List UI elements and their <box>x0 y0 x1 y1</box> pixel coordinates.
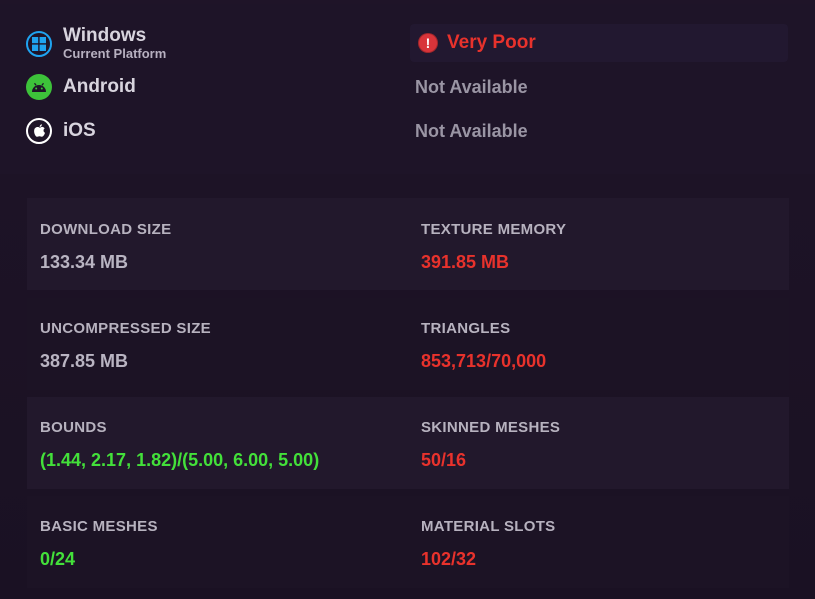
stat-label: SKINNED MESHES <box>421 419 561 436</box>
stat-label: TRIANGLES <box>421 320 511 337</box>
platform-name: Windows <box>63 25 147 46</box>
android-icon <box>26 74 52 100</box>
platform-subtitle: Current Platform <box>63 46 167 61</box>
platform-name: Android <box>63 76 136 97</box>
stat-label: BOUNDS <box>40 419 107 436</box>
stat-label: DOWNLOAD SIZE <box>40 221 172 238</box>
stat-label: BASIC MESHES <box>40 518 158 535</box>
stat-material-slots: MATERIAL SLOTS 102/32 <box>421 518 555 570</box>
stat-value: 0/24 <box>40 549 76 569</box>
stat-value: (1.44, 2.17, 1.82)/(5.00, 6.00, 5.00) <box>40 450 320 470</box>
stat-label: UNCOMPRESSED SIZE <box>40 320 211 337</box>
stat-bounds: BOUNDS (1.44, 2.17, 1.82)/(5.00, 6.00, 5… <box>40 419 319 471</box>
stat-download-size: DOWNLOAD SIZE 133.34 MB <box>40 221 171 273</box>
performance-stats-panel: Windows Current Platform Android iOS ! V… <box>0 0 815 599</box>
stat-value: 387.85 MB <box>40 351 129 371</box>
stat-label: TEXTURE MEMORY <box>421 221 567 238</box>
performance-rating-badge: ! Very Poor <box>410 24 788 62</box>
platform-row-ios[interactable]: iOS <box>26 118 96 144</box>
stat-value: 102/32 <box>421 549 477 569</box>
stat-texture-memory: TEXTURE MEMORY 391.85 MB <box>421 221 566 273</box>
apple-icon <box>26 118 52 144</box>
stat-value: 853,713/70,000 <box>421 351 547 371</box>
stat-value: 50/16 <box>421 450 467 470</box>
stat-skinned-meshes: SKINNED MESHES 50/16 <box>421 419 560 471</box>
stat-uncompressed-size: UNCOMPRESSED SIZE 387.85 MB <box>40 320 211 372</box>
platform-row-android[interactable]: Android <box>26 74 136 100</box>
android-availability: Not Available <box>415 77 528 97</box>
performance-rating-label: Very Poor <box>447 32 536 53</box>
platform-name: iOS <box>63 120 96 141</box>
stat-basic-meshes: BASIC MESHES 0/24 <box>40 518 158 570</box>
stat-value: 391.85 MB <box>421 252 510 272</box>
stat-label: MATERIAL SLOTS <box>421 518 556 535</box>
stat-triangles: TRIANGLES 853,713/70,000 <box>421 320 546 372</box>
stat-value: 133.34 MB <box>40 252 129 272</box>
warning-icon: ! <box>418 33 438 53</box>
windows-icon <box>26 30 52 57</box>
ios-availability: Not Available <box>415 121 528 141</box>
platform-row-windows[interactable]: Windows Current Platform <box>26 26 166 61</box>
